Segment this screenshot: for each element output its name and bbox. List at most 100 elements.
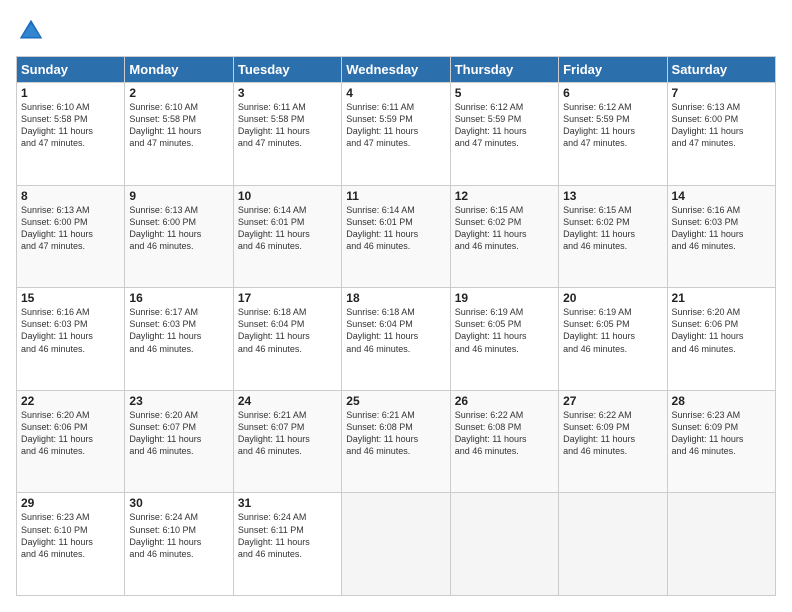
day-info: Sunrise: 6:19 AM Sunset: 6:05 PM Dayligh…	[563, 306, 662, 355]
empty-cell	[342, 493, 450, 596]
day-cell-25: 25Sunrise: 6:21 AM Sunset: 6:08 PM Dayli…	[342, 390, 450, 493]
day-number: 6	[563, 86, 662, 100]
day-info: Sunrise: 6:13 AM Sunset: 6:00 PM Dayligh…	[129, 204, 228, 253]
header	[16, 16, 776, 46]
logo-icon	[16, 16, 46, 46]
day-cell-12: 12Sunrise: 6:15 AM Sunset: 6:02 PM Dayli…	[450, 185, 558, 288]
day-cell-7: 7Sunrise: 6:13 AM Sunset: 6:00 PM Daylig…	[667, 83, 775, 186]
day-number: 1	[21, 86, 120, 100]
day-info: Sunrise: 6:18 AM Sunset: 6:04 PM Dayligh…	[238, 306, 337, 355]
week-row-5: 29Sunrise: 6:23 AM Sunset: 6:10 PM Dayli…	[17, 493, 776, 596]
day-info: Sunrise: 6:20 AM Sunset: 6:06 PM Dayligh…	[672, 306, 771, 355]
weekday-header-tuesday: Tuesday	[233, 57, 341, 83]
day-cell-15: 15Sunrise: 6:16 AM Sunset: 6:03 PM Dayli…	[17, 288, 125, 391]
day-info: Sunrise: 6:12 AM Sunset: 5:59 PM Dayligh…	[455, 101, 554, 150]
day-info: Sunrise: 6:11 AM Sunset: 5:58 PM Dayligh…	[238, 101, 337, 150]
day-cell-27: 27Sunrise: 6:22 AM Sunset: 6:09 PM Dayli…	[559, 390, 667, 493]
day-cell-29: 29Sunrise: 6:23 AM Sunset: 6:10 PM Dayli…	[17, 493, 125, 596]
day-number: 5	[455, 86, 554, 100]
week-row-2: 8Sunrise: 6:13 AM Sunset: 6:00 PM Daylig…	[17, 185, 776, 288]
day-info: Sunrise: 6:20 AM Sunset: 6:06 PM Dayligh…	[21, 409, 120, 458]
day-number: 27	[563, 394, 662, 408]
day-info: Sunrise: 6:12 AM Sunset: 5:59 PM Dayligh…	[563, 101, 662, 150]
day-info: Sunrise: 6:11 AM Sunset: 5:59 PM Dayligh…	[346, 101, 445, 150]
day-info: Sunrise: 6:23 AM Sunset: 6:09 PM Dayligh…	[672, 409, 771, 458]
day-info: Sunrise: 6:22 AM Sunset: 6:09 PM Dayligh…	[563, 409, 662, 458]
day-info: Sunrise: 6:19 AM Sunset: 6:05 PM Dayligh…	[455, 306, 554, 355]
day-info: Sunrise: 6:21 AM Sunset: 6:07 PM Dayligh…	[238, 409, 337, 458]
day-number: 22	[21, 394, 120, 408]
day-number: 17	[238, 291, 337, 305]
day-number: 20	[563, 291, 662, 305]
day-number: 3	[238, 86, 337, 100]
day-number: 29	[21, 496, 120, 510]
day-number: 24	[238, 394, 337, 408]
day-number: 31	[238, 496, 337, 510]
day-number: 10	[238, 189, 337, 203]
weekday-header-sunday: Sunday	[17, 57, 125, 83]
day-number: 13	[563, 189, 662, 203]
day-number: 21	[672, 291, 771, 305]
day-info: Sunrise: 6:13 AM Sunset: 6:00 PM Dayligh…	[21, 204, 120, 253]
empty-cell	[450, 493, 558, 596]
day-cell-1: 1Sunrise: 6:10 AM Sunset: 5:58 PM Daylig…	[17, 83, 125, 186]
day-number: 12	[455, 189, 554, 203]
day-info: Sunrise: 6:16 AM Sunset: 6:03 PM Dayligh…	[672, 204, 771, 253]
day-info: Sunrise: 6:13 AM Sunset: 6:00 PM Dayligh…	[672, 101, 771, 150]
day-cell-31: 31Sunrise: 6:24 AM Sunset: 6:11 PM Dayli…	[233, 493, 341, 596]
day-cell-21: 21Sunrise: 6:20 AM Sunset: 6:06 PM Dayli…	[667, 288, 775, 391]
day-info: Sunrise: 6:22 AM Sunset: 6:08 PM Dayligh…	[455, 409, 554, 458]
day-number: 2	[129, 86, 228, 100]
day-cell-14: 14Sunrise: 6:16 AM Sunset: 6:03 PM Dayli…	[667, 185, 775, 288]
day-info: Sunrise: 6:20 AM Sunset: 6:07 PM Dayligh…	[129, 409, 228, 458]
day-info: Sunrise: 6:15 AM Sunset: 6:02 PM Dayligh…	[455, 204, 554, 253]
day-cell-20: 20Sunrise: 6:19 AM Sunset: 6:05 PM Dayli…	[559, 288, 667, 391]
empty-cell	[559, 493, 667, 596]
day-number: 14	[672, 189, 771, 203]
day-info: Sunrise: 6:14 AM Sunset: 6:01 PM Dayligh…	[238, 204, 337, 253]
day-number: 30	[129, 496, 228, 510]
weekday-header-friday: Friday	[559, 57, 667, 83]
day-info: Sunrise: 6:10 AM Sunset: 5:58 PM Dayligh…	[129, 101, 228, 150]
day-cell-22: 22Sunrise: 6:20 AM Sunset: 6:06 PM Dayli…	[17, 390, 125, 493]
day-number: 19	[455, 291, 554, 305]
day-number: 23	[129, 394, 228, 408]
day-cell-24: 24Sunrise: 6:21 AM Sunset: 6:07 PM Dayli…	[233, 390, 341, 493]
weekday-header-thursday: Thursday	[450, 57, 558, 83]
day-number: 26	[455, 394, 554, 408]
day-number: 4	[346, 86, 445, 100]
day-info: Sunrise: 6:16 AM Sunset: 6:03 PM Dayligh…	[21, 306, 120, 355]
day-cell-2: 2Sunrise: 6:10 AM Sunset: 5:58 PM Daylig…	[125, 83, 233, 186]
day-number: 8	[21, 189, 120, 203]
day-info: Sunrise: 6:10 AM Sunset: 5:58 PM Dayligh…	[21, 101, 120, 150]
day-info: Sunrise: 6:21 AM Sunset: 6:08 PM Dayligh…	[346, 409, 445, 458]
page: SundayMondayTuesdayWednesdayThursdayFrid…	[0, 0, 792, 612]
day-number: 18	[346, 291, 445, 305]
day-number: 15	[21, 291, 120, 305]
day-cell-19: 19Sunrise: 6:19 AM Sunset: 6:05 PM Dayli…	[450, 288, 558, 391]
day-number: 16	[129, 291, 228, 305]
day-number: 11	[346, 189, 445, 203]
weekday-header-saturday: Saturday	[667, 57, 775, 83]
day-cell-8: 8Sunrise: 6:13 AM Sunset: 6:00 PM Daylig…	[17, 185, 125, 288]
day-cell-10: 10Sunrise: 6:14 AM Sunset: 6:01 PM Dayli…	[233, 185, 341, 288]
calendar-table: SundayMondayTuesdayWednesdayThursdayFrid…	[16, 56, 776, 596]
day-number: 7	[672, 86, 771, 100]
day-cell-13: 13Sunrise: 6:15 AM Sunset: 6:02 PM Dayli…	[559, 185, 667, 288]
day-number: 9	[129, 189, 228, 203]
day-info: Sunrise: 6:24 AM Sunset: 6:11 PM Dayligh…	[238, 511, 337, 560]
day-number: 28	[672, 394, 771, 408]
day-cell-23: 23Sunrise: 6:20 AM Sunset: 6:07 PM Dayli…	[125, 390, 233, 493]
day-cell-9: 9Sunrise: 6:13 AM Sunset: 6:00 PM Daylig…	[125, 185, 233, 288]
day-cell-5: 5Sunrise: 6:12 AM Sunset: 5:59 PM Daylig…	[450, 83, 558, 186]
weekday-header-monday: Monday	[125, 57, 233, 83]
day-cell-11: 11Sunrise: 6:14 AM Sunset: 6:01 PM Dayli…	[342, 185, 450, 288]
day-info: Sunrise: 6:14 AM Sunset: 6:01 PM Dayligh…	[346, 204, 445, 253]
day-cell-16: 16Sunrise: 6:17 AM Sunset: 6:03 PM Dayli…	[125, 288, 233, 391]
day-number: 25	[346, 394, 445, 408]
day-cell-26: 26Sunrise: 6:22 AM Sunset: 6:08 PM Dayli…	[450, 390, 558, 493]
day-info: Sunrise: 6:18 AM Sunset: 6:04 PM Dayligh…	[346, 306, 445, 355]
day-info: Sunrise: 6:23 AM Sunset: 6:10 PM Dayligh…	[21, 511, 120, 560]
empty-cell	[667, 493, 775, 596]
day-info: Sunrise: 6:17 AM Sunset: 6:03 PM Dayligh…	[129, 306, 228, 355]
